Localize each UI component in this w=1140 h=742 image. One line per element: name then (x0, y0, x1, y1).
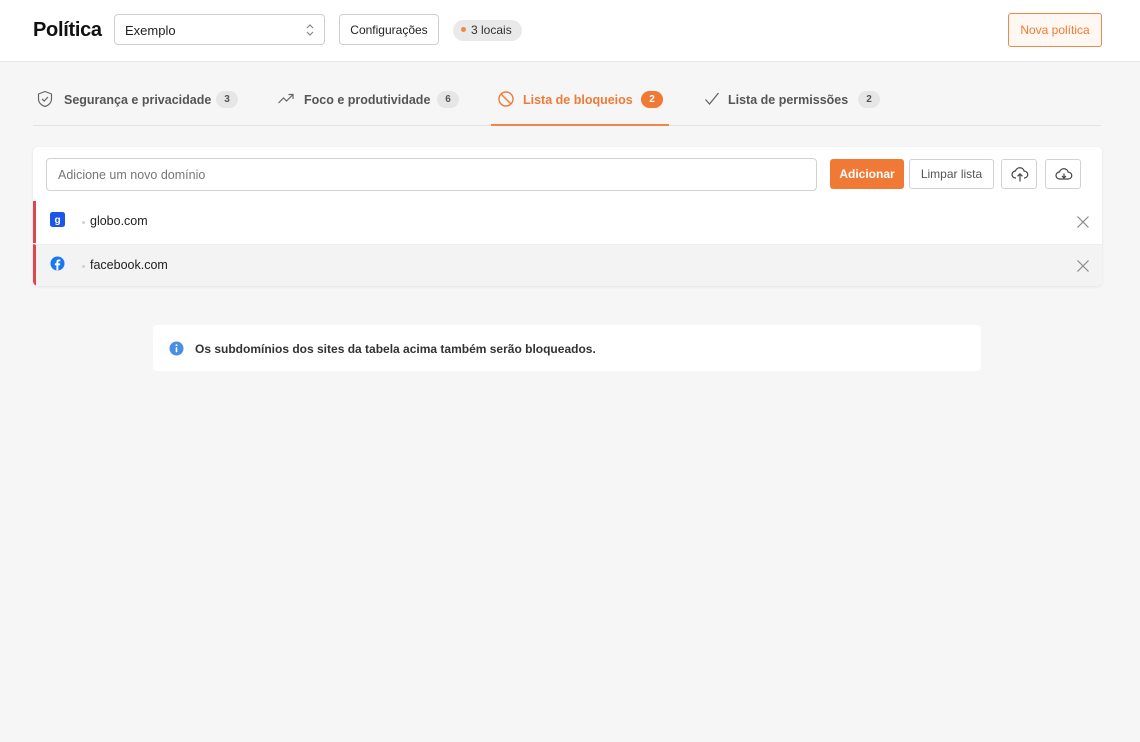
tab-blocklist[interactable]: Lista de bloqueios 2 (491, 78, 669, 126)
table-row: g globo.com (33, 201, 1102, 243)
tab-allowlist[interactable]: Lista de permissões 2 (703, 78, 885, 125)
tab-focus-productivity[interactable]: Foco e produtividade 6 (277, 78, 463, 125)
domain-name: globo.com (90, 214, 148, 228)
info-text: Os subdomínios dos sites da tabela acima… (195, 342, 596, 356)
cloud-download-icon (1055, 168, 1073, 180)
tab-count: 2 (641, 91, 663, 108)
locations-badge-label: 3 locais (471, 23, 512, 37)
svg-text:g: g (54, 215, 60, 226)
trend-up-icon (278, 93, 294, 104)
blocklist-card: Adicionar Limpar lista g globo.com faceb… (33, 147, 1102, 286)
shield-check-icon (37, 90, 53, 108)
tab-label: Foco e produtividade (304, 93, 431, 107)
separator-dot (82, 265, 85, 268)
subdomain-info-notice: Os subdomínios dos sites da tabela acima… (153, 325, 981, 371)
policy-select-value: Exemplo (125, 23, 176, 38)
info-icon (169, 341, 184, 356)
close-icon[interactable] (1074, 213, 1092, 231)
facebook-favicon-icon (50, 256, 65, 271)
upload-button[interactable] (1001, 159, 1037, 189)
tab-label: Lista de bloqueios (523, 93, 633, 107)
tab-count: 6 (437, 91, 459, 108)
add-domain-button[interactable]: Adicionar (830, 159, 904, 189)
domain-name: facebook.com (90, 258, 168, 272)
locations-badge[interactable]: 3 locais (453, 20, 522, 41)
top-bar: Política Exemplo Configurações 3 locais … (0, 0, 1140, 62)
close-icon[interactable] (1074, 257, 1092, 275)
clear-list-button[interactable]: Limpar lista (909, 159, 994, 189)
check-icon (705, 92, 720, 106)
new-policy-button[interactable]: Nova política (1008, 13, 1102, 47)
domain-input[interactable] (46, 158, 817, 191)
globo-favicon-icon: g (50, 212, 65, 227)
table-row: facebook.com (33, 244, 1102, 286)
download-button[interactable] (1045, 159, 1081, 189)
settings-button[interactable]: Configurações (339, 14, 439, 45)
policy-tabs: Segurança e privacidade 3 Foco e produti… (33, 78, 1101, 126)
tab-label: Lista de permissões (728, 93, 849, 107)
separator-dot (82, 221, 85, 224)
tab-label: Segurança e privacidade (64, 93, 212, 107)
cloud-upload-icon (1011, 167, 1029, 182)
chevron-up-down-icon (306, 24, 314, 36)
tab-count: 2 (858, 91, 880, 108)
block-icon (498, 91, 514, 107)
tab-security-privacy[interactable]: Segurança e privacidade 3 (33, 78, 248, 125)
page-title: Política (33, 19, 102, 41)
policy-select[interactable]: Exemplo (114, 14, 325, 45)
status-dot (461, 27, 466, 33)
tab-count: 3 (216, 91, 238, 108)
